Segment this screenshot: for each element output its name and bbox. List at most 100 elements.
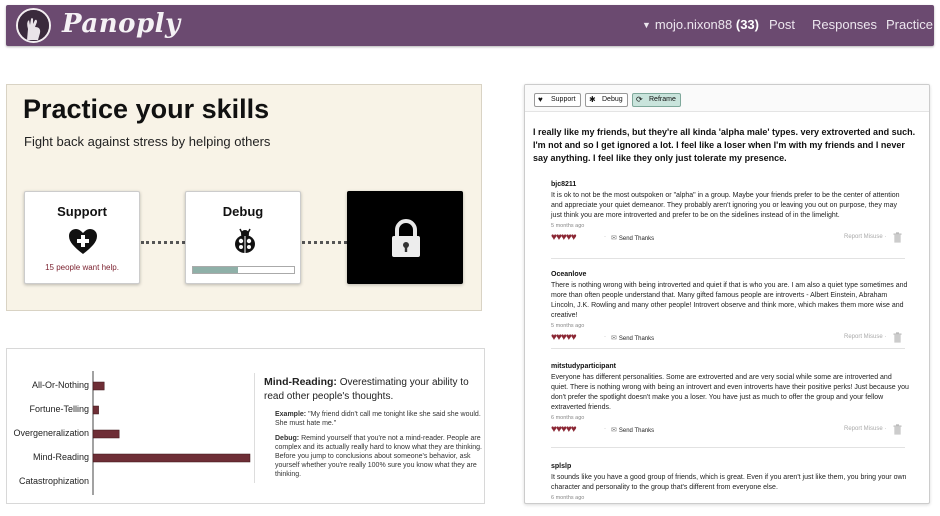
separator-dot: · <box>604 334 606 340</box>
lock-icon <box>392 219 420 257</box>
chart-category-label: Catastrophization <box>19 476 89 486</box>
practice-skills-panel: Practice your skills Fight back against … <box>6 84 482 311</box>
username: mojo.nixon88 <box>654 17 733 32</box>
debug-skill-card[interactable]: Debug <box>185 191 301 284</box>
support-card-title: Support <box>57 204 107 219</box>
example-label: Example: <box>275 411 307 418</box>
tab-support-label: Support <box>551 96 576 103</box>
skill-connector <box>302 241 347 244</box>
reply-divider <box>551 258 905 259</box>
rating-hearts[interactable]: ♥♥♥♥♥ <box>551 232 577 243</box>
ladybug-icon <box>235 228 255 253</box>
heart-plus-icon <box>69 229 97 254</box>
reply-timestamp: 6 months ago <box>551 415 585 421</box>
nav-link-responses[interactable]: Responses <box>812 17 877 32</box>
rating-hearts[interactable]: ♥♥♥♥♥ <box>551 332 577 343</box>
practice-subtitle: Fight back against stress by helping oth… <box>24 134 271 149</box>
reply-author[interactable]: mitstudyparticipant <box>551 363 909 370</box>
debug-card-title: Debug <box>222 204 264 219</box>
tab-debug-label: Debug <box>602 96 623 103</box>
trash-icon[interactable] <box>893 424 902 435</box>
locked-skill-card <box>347 191 463 284</box>
support-skill-card[interactable]: Support 15 people want help. <box>24 191 140 284</box>
reply-author[interactable]: Oceanlove <box>551 271 909 278</box>
reply-divider <box>551 447 905 448</box>
debug-label: Debug: <box>275 435 300 442</box>
chart-category-label: Fortune-Telling <box>29 404 89 414</box>
send-thanks-button[interactable]: ✉ Send Thanks <box>611 334 654 342</box>
reply-author[interactable]: splslp <box>551 463 909 470</box>
send-thanks-button[interactable]: ✉ Send Thanks <box>611 234 654 242</box>
reply-text: There is nothing wrong with being introv… <box>551 282 908 319</box>
distortion-description: Mind-Reading: Overestimating your abilit… <box>264 375 478 404</box>
report-misuse-link[interactable]: Report Misuse · <box>844 334 886 340</box>
panoply-logo-icon[interactable] <box>16 8 51 43</box>
reply-actions: ♥♥♥♥♥ · ✉ Send Thanks Report Misuse · <box>551 424 909 438</box>
panel-divider <box>254 373 255 483</box>
brand-wordmark[interactable]: Panoply <box>62 9 181 39</box>
rating-hearts[interactable]: ♥♥♥♥♥ <box>551 424 577 435</box>
tab-debug[interactable]: ✱ Debug <box>585 93 628 107</box>
report-misuse-label: Report Misuse <box>844 426 883 432</box>
reply-timestamp: 5 months ago <box>551 323 585 329</box>
distortion-bar-chart: All-Or-Nothing Fortune-Telling Overgeneral… <box>13 371 251 495</box>
send-thanks-label: Send Thanks <box>618 428 655 434</box>
send-thanks-button[interactable]: ✉ Send Thanks <box>611 426 654 434</box>
reply-item: mitstudyparticipant Everyone has differen… <box>551 363 909 438</box>
send-thanks-label: Send Thanks <box>618 336 655 342</box>
nav-link-post[interactable]: Post <box>769 17 795 32</box>
trash-icon[interactable] <box>893 232 902 243</box>
separator-dot: · <box>604 426 606 432</box>
refresh-icon: ⟳ <box>636 95 643 104</box>
original-post: I really like my friends, but they're al… <box>533 127 916 163</box>
heart-icon: ♥ <box>538 95 543 104</box>
reply-text: It is ok to not be the most outspoken or… <box>551 192 900 219</box>
chart-bar[interactable] <box>92 429 120 439</box>
reply-author[interactable]: bjc8211 <box>551 181 909 188</box>
distortion-debug-tip: Debug: Remind yourself that you're not a… <box>275 434 483 479</box>
debug-progress-fill <box>193 267 239 273</box>
chart-bar[interactable] <box>92 405 99 415</box>
envelope-icon: ✉ <box>611 235 617 242</box>
nav-link-practice[interactable]: Practice <box>886 17 933 32</box>
practice-title: Practice your skills <box>23 94 270 124</box>
reply-item: Oceanlove There is nothing wrong with bei… <box>551 271 909 346</box>
debug-text: Remind yourself that you're not a mind-r… <box>275 435 482 478</box>
reply-text: Everyone has different personalities. So… <box>551 374 909 411</box>
support-request-count: 15 people want help. <box>45 263 119 272</box>
chart-bar[interactable] <box>92 381 105 391</box>
distortion-example: Example: "My friend didn't call me tonig… <box>275 410 483 428</box>
example-text: "My friend didn't call me tonight like s… <box>275 411 481 427</box>
tab-support[interactable]: ♥ Support <box>534 93 581 107</box>
report-misuse-label: Report Misuse <box>844 234 883 240</box>
user-menu[interactable]: ▼ mojo.nixon88 (33) <box>642 17 759 32</box>
report-misuse-link[interactable]: Report Misuse · <box>844 426 886 432</box>
reply-timestamp: 6 months ago <box>551 495 585 501</box>
reply-item: bjc8211 It is ok to not be the most outsp… <box>551 181 909 246</box>
debug-progress-bar <box>192 266 295 274</box>
reply-text: It sounds like you have a good group of … <box>551 474 907 491</box>
report-misuse-link[interactable]: Report Misuse · <box>844 234 886 240</box>
distortion-term: Mind-Reading: <box>264 376 337 388</box>
envelope-icon: ✉ <box>611 335 617 342</box>
reply-timestamp: 5 months ago <box>551 223 585 229</box>
tab-reframe[interactable]: ⟳ Reframe <box>632 93 681 107</box>
report-misuse-label: Report Misuse <box>844 334 883 340</box>
reply-actions: ♥♥♥♥♥ · ✉ Send Thanks Report Misuse · <box>551 332 909 346</box>
cognitive-distortion-panel: All-Or-Nothing Fortune-Telling Overgeneral… <box>6 348 485 504</box>
envelope-icon: ✉ <box>611 427 617 434</box>
user-score: (33) <box>735 17 759 32</box>
reply-divider <box>551 348 905 349</box>
separator-dot: · <box>604 234 606 240</box>
chart-category-label: Mind-Reading <box>33 452 89 462</box>
skill-connector <box>141 241 185 244</box>
top-nav-bar: Panoply ▼ mojo.nixon88 (33) Post Response… <box>6 5 934 46</box>
send-thanks-label: Send Thanks <box>618 236 655 242</box>
response-mode-tabs: ♥ Support ✱ Debug ⟳ Reframe <box>525 85 929 112</box>
reframe-thread-panel: ♥ Support ✱ Debug ⟳ Reframe I really like m… <box>524 84 930 504</box>
trash-icon[interactable] <box>893 332 902 343</box>
caret-down-icon: ▼ <box>642 20 651 30</box>
tab-reframe-label: Reframe <box>649 96 676 103</box>
chart-bar[interactable] <box>92 453 251 463</box>
reply-item: splslp It sounds like you have a good gro… <box>551 463 909 503</box>
